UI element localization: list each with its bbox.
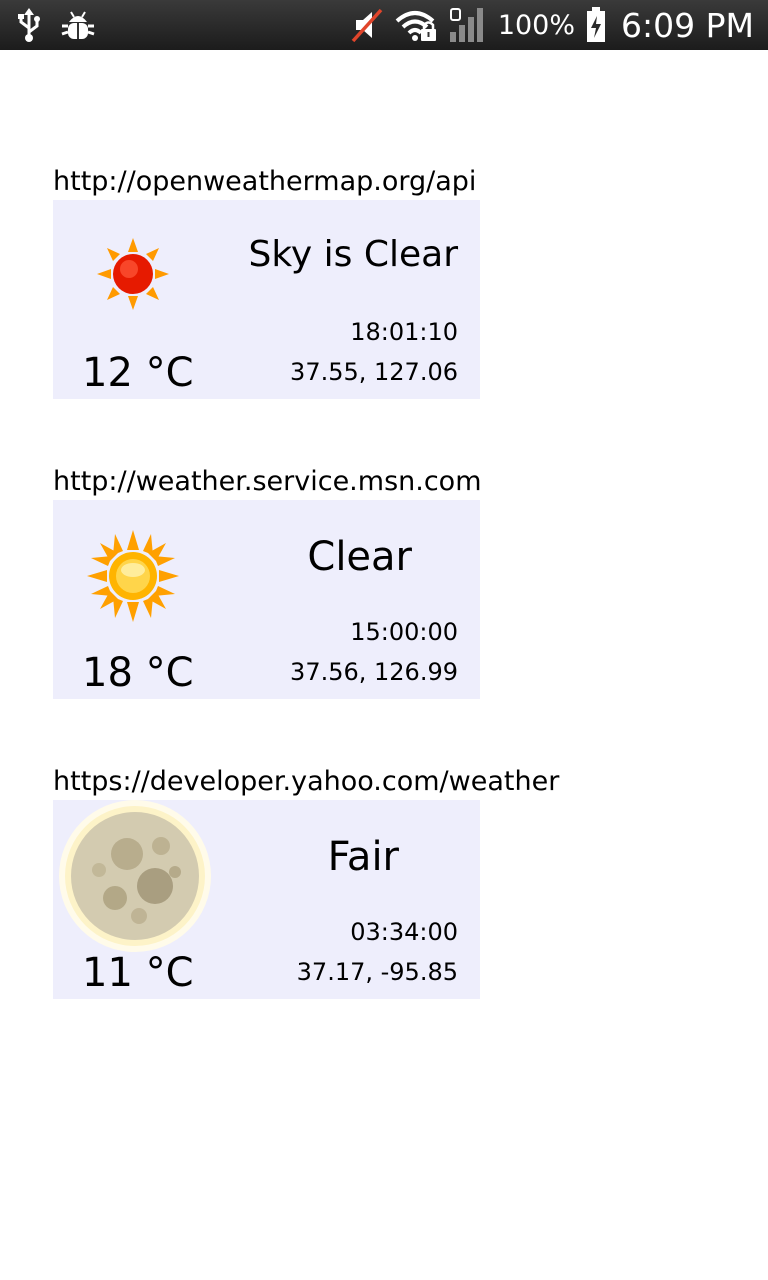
condition-text: Sky is Clear xyxy=(248,234,458,275)
battery-charging-icon xyxy=(585,6,607,44)
condition-text: Clear xyxy=(307,534,412,580)
temperature: 11 °C xyxy=(82,950,194,996)
condition-text: Fair xyxy=(327,834,399,880)
usb-icon xyxy=(16,8,42,42)
source-url-yahoo[interactable]: https://developer.yahoo.com/weather xyxy=(53,766,559,797)
observation-time: 15:00:00 xyxy=(350,618,458,646)
mute-icon xyxy=(350,7,384,43)
status-bar: 100% 6:09 PM xyxy=(0,0,768,50)
weather-card-msn: Clear 15:00:00 37.56, 126.99 18 °C xyxy=(53,500,480,699)
battery-percent: 100% xyxy=(497,9,576,41)
coordinates: 37.17, -95.85 xyxy=(296,958,458,986)
clock: 6:09 PM xyxy=(621,5,754,45)
coordinates: 37.56, 126.99 xyxy=(290,658,458,686)
temperature: 18 °C xyxy=(82,650,194,696)
source-url-msn[interactable]: http://weather.service.msn.com xyxy=(53,466,482,497)
moon-icon xyxy=(57,800,213,956)
source-url-openweathermap[interactable]: http://openweathermap.org/api xyxy=(53,166,476,197)
debug-bug-icon xyxy=(60,8,96,42)
sun-icon xyxy=(85,528,181,624)
weather-card-openweathermap: Sky is Clear 18:01:10 37.55, 127.06 12 °… xyxy=(53,200,480,399)
weather-card-yahoo: Fair 03:34:00 37.17, -95.85 11 °C xyxy=(53,800,480,999)
temperature: 12 °C xyxy=(82,350,194,396)
red-sun-icon xyxy=(95,236,171,312)
observation-time: 03:34:00 xyxy=(350,918,458,946)
coordinates: 37.55, 127.06 xyxy=(290,358,458,386)
signal-icon xyxy=(448,6,488,44)
wifi-lock-icon xyxy=(394,7,438,43)
observation-time: 18:01:10 xyxy=(350,318,458,346)
